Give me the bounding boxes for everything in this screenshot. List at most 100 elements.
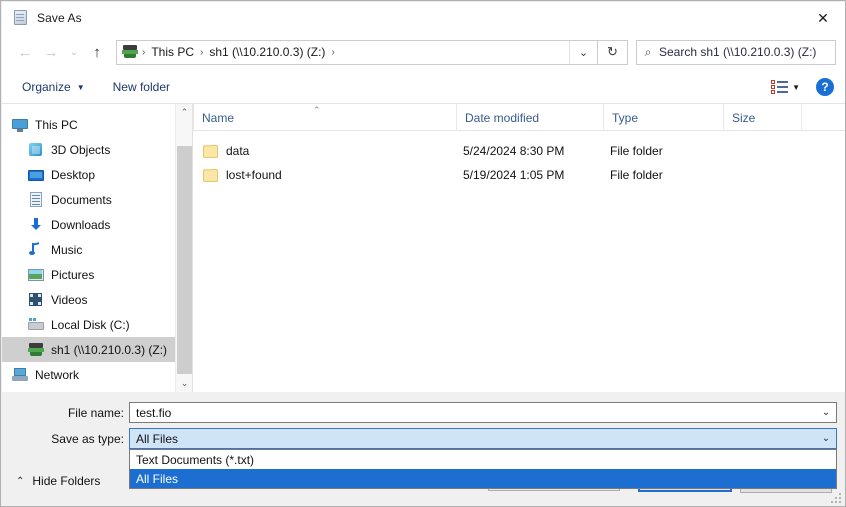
title-bar: Save As ✕ xyxy=(2,2,846,33)
close-icon[interactable]: ✕ xyxy=(800,2,846,33)
file-list-pane: ⌃ Name Date modified Type Size data 5/24… xyxy=(192,104,846,392)
view-options-icon[interactable] xyxy=(771,80,788,94)
sidebar-item-label: 3D Objects xyxy=(51,143,110,157)
cell-name: data xyxy=(203,139,249,163)
chevron-down-icon[interactable]: ⌄ xyxy=(816,429,836,448)
save-as-type-value: All Files xyxy=(130,432,178,446)
hide-folders-button[interactable]: ⌃ Hide Folders xyxy=(16,474,100,488)
sidebar-item-label: Videos xyxy=(51,293,87,307)
back-icon[interactable]: ← xyxy=(12,39,38,65)
search-input[interactable]: ⌕ Search sh1 (\\10.210.0.3) (Z:) xyxy=(636,40,836,65)
sidebar-item-label: Documents xyxy=(51,193,112,207)
command-bar: Organize ▼ New folder ▼ ? xyxy=(2,71,846,104)
address-bar[interactable]: › This PC › sh1 (\\10.210.0.3) (Z:) › ⌄ xyxy=(116,40,598,65)
search-placeholder: Search sh1 (\\10.210.0.3) (Z:) xyxy=(659,45,816,59)
sidebar-item-label: Desktop xyxy=(51,168,95,182)
search-icon: ⌕ xyxy=(637,45,659,60)
dropdown-option-text-documents[interactable]: Text Documents (*.txt) xyxy=(130,450,836,469)
breadcrumb-separator: › xyxy=(198,47,205,58)
chevron-down-icon: ▼ xyxy=(77,83,85,92)
desktop-icon xyxy=(28,167,44,183)
table-row[interactable]: data 5/24/2024 8:30 PM File folder xyxy=(193,139,846,163)
sidebar-item-desktop[interactable]: Desktop xyxy=(2,162,192,187)
sidebar-item-label: This PC xyxy=(35,118,78,132)
help-icon[interactable]: ? xyxy=(816,78,834,96)
column-header-size[interactable]: Size xyxy=(723,104,801,131)
column-header-name[interactable]: Name xyxy=(193,104,456,131)
network-drive-icon xyxy=(28,342,44,358)
hide-folders-label: Hide Folders xyxy=(32,474,100,488)
new-folder-button[interactable]: New folder xyxy=(107,75,176,99)
sidebar-item-downloads[interactable]: Downloads xyxy=(2,212,192,237)
new-folder-label: New folder xyxy=(113,80,170,94)
sidebar-item-label: Local Disk (C:) xyxy=(51,318,130,332)
file-name-label: File name: xyxy=(42,406,124,420)
navigation-bar: ← → ⌄ ↑ › This PC › sh1 (\\10.210.0.3) (… xyxy=(2,33,846,71)
file-name: data xyxy=(226,144,249,158)
sidebar-item-this-pc[interactable]: This PC xyxy=(2,112,192,137)
save-as-type-select[interactable]: All Files ⌄ xyxy=(129,428,837,449)
column-header-type[interactable]: Type xyxy=(603,104,723,131)
documents-icon xyxy=(28,192,44,208)
cell-type: File folder xyxy=(610,163,663,187)
cell-name: lost+found xyxy=(203,163,282,187)
sidebar-scrollbar[interactable]: ⌃ ⌄ xyxy=(175,104,192,392)
chevron-up-icon: ⌃ xyxy=(16,476,24,487)
sidebar-item-3d-objects[interactable]: 3D Objects xyxy=(2,137,192,162)
cell-date-modified: 5/19/2024 1:05 PM xyxy=(463,163,564,187)
3d-objects-icon xyxy=(28,142,44,158)
up-icon[interactable]: ↑ xyxy=(84,39,110,65)
file-name: lost+found xyxy=(226,168,282,182)
save-as-type-label: Save as type: xyxy=(42,432,124,446)
file-name-input[interactable]: test.fio ⌄ xyxy=(129,402,837,423)
chevron-down-icon[interactable]: ⌄ xyxy=(816,403,836,422)
save-as-type-dropdown[interactable]: Text Documents (*.txt) All Files xyxy=(129,449,837,489)
breadcrumb-separator: › xyxy=(329,47,336,58)
music-icon xyxy=(28,242,44,258)
navigation-pane: This PC 3D Objects Desktop xyxy=(2,104,192,392)
recent-locations-icon[interactable]: ⌄ xyxy=(64,39,84,65)
network-drive-icon xyxy=(122,44,138,60)
sidebar-item-pictures[interactable]: Pictures xyxy=(2,262,192,287)
organize-button[interactable]: Organize ▼ xyxy=(16,75,91,99)
breadcrumb-sh1-drive[interactable]: sh1 (\\10.210.0.3) (Z:) xyxy=(205,45,329,59)
local-disk-icon xyxy=(28,317,44,333)
dropdown-option-all-files[interactable]: All Files xyxy=(130,469,836,488)
scroll-up-icon[interactable]: ⌃ xyxy=(176,104,192,121)
scroll-down-icon[interactable]: ⌄ xyxy=(176,375,192,392)
sidebar-item-label: Pictures xyxy=(51,268,94,282)
videos-icon xyxy=(28,292,44,308)
folder-icon xyxy=(203,169,218,182)
sidebar-item-documents[interactable]: Documents xyxy=(2,187,192,212)
sidebar-item-label: sh1 (\\10.210.0.3) (Z:) xyxy=(51,343,167,357)
pictures-icon xyxy=(28,267,44,283)
column-header-row: ⌃ Name Date modified Type Size xyxy=(193,104,846,131)
cell-date-modified: 5/24/2024 8:30 PM xyxy=(463,139,564,163)
chevron-down-icon[interactable]: ▼ xyxy=(792,83,800,92)
sidebar-item-sh1-drive[interactable]: sh1 (\\10.210.0.3) (Z:) xyxy=(2,337,192,362)
sidebar-item-label: Network xyxy=(35,368,79,382)
forward-icon[interactable]: → xyxy=(38,39,64,65)
column-header-date-modified[interactable]: Date modified xyxy=(456,104,603,131)
table-row[interactable]: lost+found 5/19/2024 1:05 PM File folder xyxy=(193,163,846,187)
sidebar-item-label: Music xyxy=(51,243,82,257)
this-pc-icon xyxy=(12,117,28,133)
column-header-spacer xyxy=(801,104,821,131)
chevron-down-icon[interactable]: ⌄ xyxy=(569,41,597,64)
sidebar-item-videos[interactable]: Videos xyxy=(2,287,192,312)
resize-grip[interactable] xyxy=(831,493,843,505)
network-icon xyxy=(12,367,28,383)
command-bar-right: ▼ ? xyxy=(771,78,834,96)
folder-icon xyxy=(203,145,218,158)
dialog-body: This PC 3D Objects Desktop xyxy=(2,104,846,392)
sidebar-item-music[interactable]: Music xyxy=(2,237,192,262)
sidebar-item-network[interactable]: Network xyxy=(2,362,192,387)
notepad-document-icon xyxy=(13,10,29,26)
sidebar-item-local-disk-c[interactable]: Local Disk (C:) xyxy=(2,312,192,337)
breadcrumb-this-pc[interactable]: This PC xyxy=(147,45,198,59)
refresh-icon[interactable]: ↻ xyxy=(598,40,628,65)
scrollbar-thumb[interactable] xyxy=(177,146,192,374)
sidebar-item-label: Downloads xyxy=(51,218,110,232)
save-form: File name: test.fio ⌄ Save as type: All … xyxy=(2,392,846,507)
downloads-icon xyxy=(28,217,44,233)
